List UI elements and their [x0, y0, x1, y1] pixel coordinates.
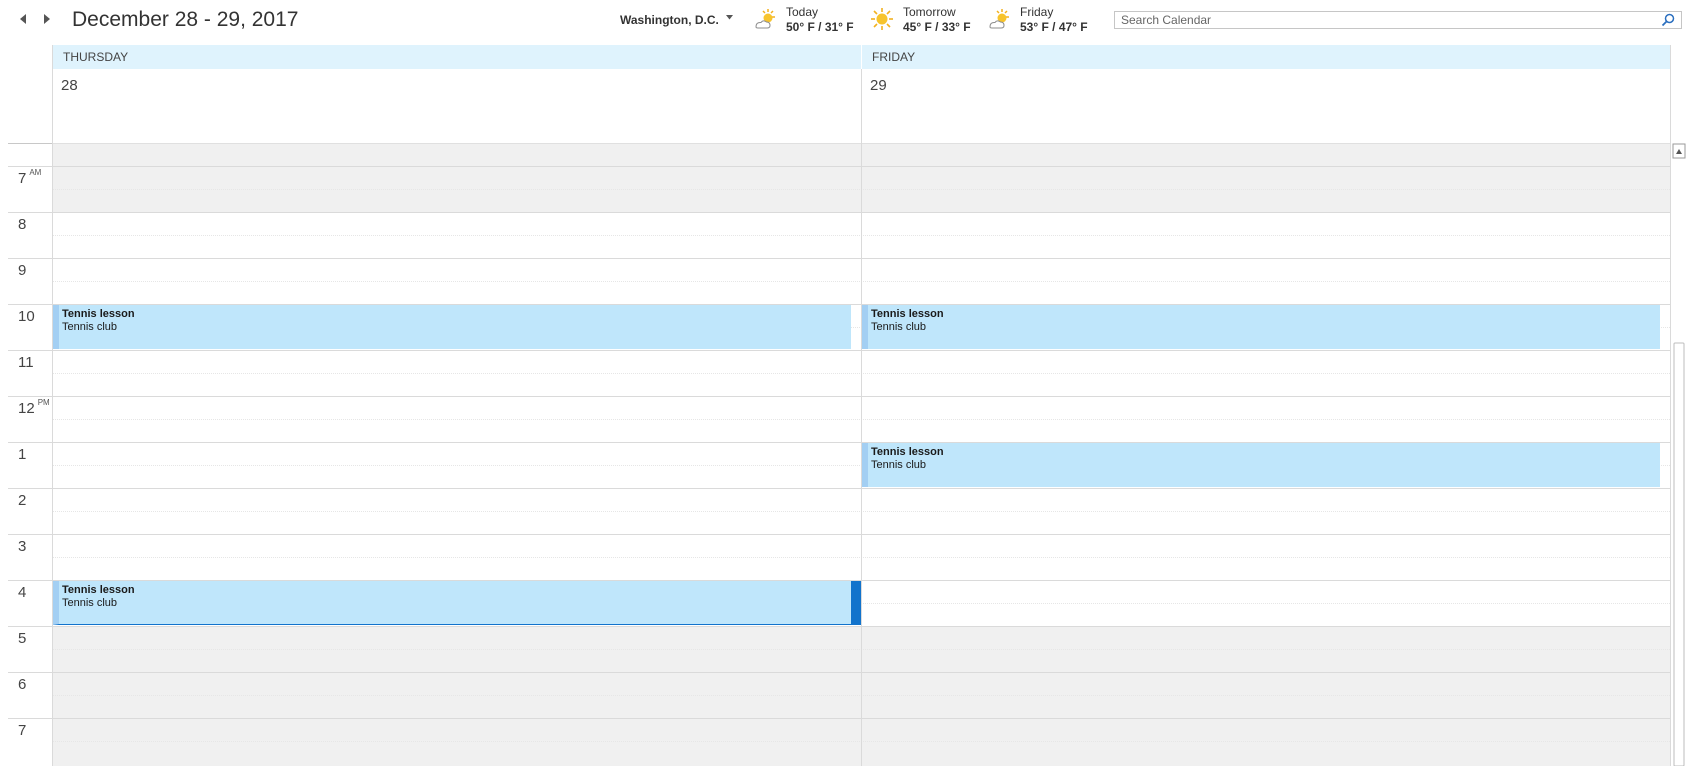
- hour-label: 7 AM: [18, 168, 42, 187]
- partly-sunny-icon: [755, 9, 775, 29]
- hour-label: 9: [18, 262, 27, 279]
- hour-line: [8, 534, 1670, 535]
- calendar-event[interactable]: Tennis lesson Tennis club: [53, 581, 861, 625]
- event-location: Tennis club: [871, 321, 927, 333]
- hour-label: 2: [18, 492, 27, 509]
- event-location: Tennis club: [62, 597, 118, 609]
- day-header-friday[interactable]: FRIDAY: [862, 45, 1670, 69]
- hour-line: [8, 212, 1670, 213]
- sunny-icon: [871, 8, 893, 30]
- hour-suffix: PM: [37, 398, 50, 407]
- hour-label: 1: [18, 446, 27, 463]
- hour-label: 4: [18, 584, 27, 601]
- hour-line: [8, 626, 1670, 627]
- hour-label: 6: [18, 676, 27, 693]
- event-title: Tennis lesson: [62, 308, 135, 320]
- weather-today[interactable]: Today 50° F / 31° F: [752, 5, 862, 35]
- hour-line: [8, 488, 1670, 489]
- previous-button[interactable]: [16, 13, 30, 27]
- partly-sunny-icon: [989, 9, 1009, 29]
- weather-temperature: 50° F / 31° F: [786, 20, 854, 34]
- search-icon[interactable]: [1661, 13, 1675, 27]
- hour-label: 12 PM: [18, 398, 50, 417]
- hour-label: 10: [18, 308, 35, 325]
- hour-line: [8, 672, 1670, 673]
- weather-temperature: 53° F / 47° F: [1020, 20, 1088, 34]
- hour-line: [8, 350, 1670, 351]
- day-divider: [861, 69, 862, 766]
- all-day-area-thursday[interactable]: [53, 69, 861, 143]
- search-box[interactable]: [1114, 11, 1682, 29]
- event-title: Tennis lesson: [871, 308, 944, 320]
- all-day-area-friday[interactable]: [862, 69, 1670, 143]
- event-location: Tennis club: [62, 321, 118, 333]
- vertical-scrollbar[interactable]: [1671, 143, 1687, 767]
- location-dropdown-caret[interactable]: [726, 13, 733, 22]
- search-input[interactable]: [1121, 13, 1641, 27]
- day-name: THURSDAY: [63, 50, 129, 64]
- hour-label: 7: [18, 722, 27, 739]
- hour-label: 3: [18, 538, 27, 555]
- hour-label: 8: [18, 216, 27, 233]
- hour-label: 5: [18, 630, 27, 647]
- weather-day-label: Today: [786, 5, 819, 19]
- weather-day-label: Friday: [1020, 5, 1054, 19]
- next-button[interactable]: [40, 13, 54, 27]
- day-number: 29: [870, 77, 887, 94]
- event-title: Tennis lesson: [62, 584, 135, 596]
- chevron-down-icon: [726, 15, 733, 20]
- weather-friday[interactable]: Friday 53° F / 47° F: [986, 5, 1096, 35]
- chevron-left-icon: [20, 14, 26, 24]
- hour-label: 11: [18, 354, 34, 371]
- weather-tomorrow[interactable]: Tomorrow 45° F / 33° F: [869, 5, 979, 35]
- event-title: Tennis lesson: [871, 446, 944, 458]
- day-name: FRIDAY: [872, 50, 916, 64]
- calendar-event[interactable]: Tennis lesson Tennis club: [862, 305, 1660, 349]
- weather-day-label: Tomorrow: [903, 5, 956, 19]
- hour-line: [8, 258, 1670, 259]
- weather-temperature: 45° F / 33° F: [903, 20, 971, 34]
- hour-line: [8, 396, 1670, 397]
- hour-line: [8, 718, 1670, 719]
- chevron-right-icon: [44, 14, 50, 24]
- day-header-thursday[interactable]: THURSDAY: [53, 45, 861, 69]
- hour-line: [8, 166, 1670, 167]
- scrollbar-track: [1672, 143, 1686, 767]
- calendar-event[interactable]: Tennis lesson Tennis club: [53, 305, 851, 349]
- date-range-title: December 28 - 29, 2017: [72, 8, 299, 31]
- location-selector[interactable]: Washington, D.C.: [620, 13, 719, 27]
- hour-suffix: AM: [29, 168, 42, 177]
- event-location: Tennis club: [871, 459, 927, 471]
- calendar-event[interactable]: Tennis lesson Tennis club: [862, 443, 1660, 487]
- day-number: 28: [61, 77, 78, 94]
- grid-left-border: [52, 45, 53, 766]
